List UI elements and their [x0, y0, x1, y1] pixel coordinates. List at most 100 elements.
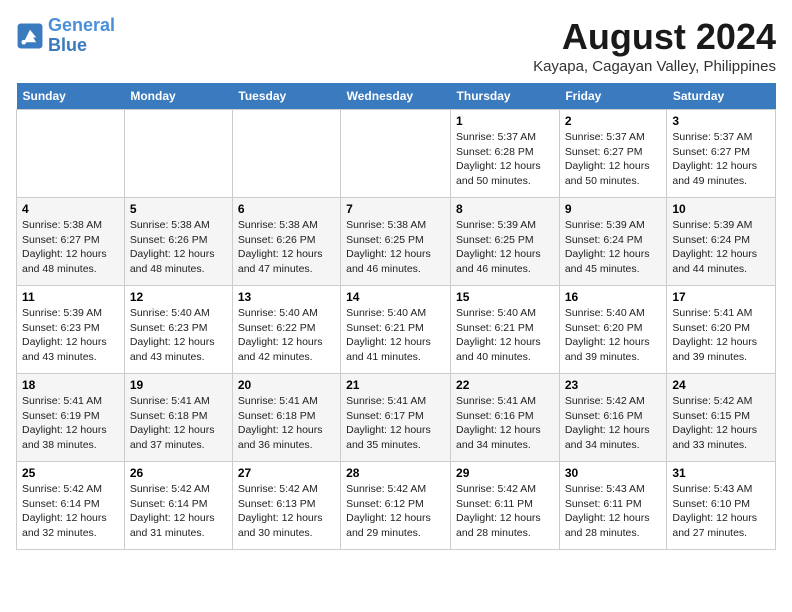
day-info: Sunrise: 5:41 AM Sunset: 6:18 PM Dayligh…	[238, 394, 335, 453]
day-cell: 17 Sunrise: 5:41 AM Sunset: 6:20 PM Dayli…	[667, 286, 776, 374]
month-year: August 2024	[533, 16, 776, 58]
day-info: Sunrise: 5:42 AM Sunset: 6:12 PM Dayligh…	[346, 482, 445, 541]
day-number: 24	[672, 378, 770, 392]
day-number: 27	[238, 466, 335, 480]
day-cell: 2 Sunrise: 5:37 AM Sunset: 6:27 PM Daylig…	[559, 110, 667, 198]
day-number: 18	[22, 378, 119, 392]
day-info: Sunrise: 5:43 AM Sunset: 6:11 PM Dayligh…	[565, 482, 662, 541]
day-cell: 18 Sunrise: 5:41 AM Sunset: 6:19 PM Dayli…	[17, 374, 125, 462]
day-info: Sunrise: 5:37 AM Sunset: 6:28 PM Dayligh…	[456, 130, 554, 189]
day-cell: 3 Sunrise: 5:37 AM Sunset: 6:27 PM Daylig…	[667, 110, 776, 198]
day-cell	[17, 110, 125, 198]
day-header-sunday: Sunday	[17, 83, 125, 110]
day-cell: 5Sunrise: 5:38 AM Sunset: 6:26 PM Daylig…	[124, 198, 232, 286]
day-cell: 26Sunrise: 5:42 AM Sunset: 6:14 PM Dayli…	[124, 462, 232, 550]
day-cell: 28 Sunrise: 5:42 AM Sunset: 6:12 PM Dayli…	[341, 462, 451, 550]
day-cell: 29 Sunrise: 5:42 AM Sunset: 6:11 PM Dayli…	[451, 462, 560, 550]
day-header-monday: Monday	[124, 83, 232, 110]
day-cell: 21 Sunrise: 5:41 AM Sunset: 6:17 PM Dayli…	[341, 374, 451, 462]
day-info: Sunrise: 5:42 AM Sunset: 6:11 PM Dayligh…	[456, 482, 554, 541]
day-number: 10	[672, 202, 770, 216]
day-cell: 9 Sunrise: 5:39 AM Sunset: 6:24 PM Daylig…	[559, 198, 667, 286]
logo-text: General Blue	[48, 16, 115, 56]
day-cell: 12Sunrise: 5:40 AM Sunset: 6:23 PM Dayli…	[124, 286, 232, 374]
day-info: Sunrise: 5:40 AM Sunset: 6:21 PM Dayligh…	[456, 306, 554, 365]
day-header-saturday: Saturday	[667, 83, 776, 110]
day-info: Sunrise: 5:37 AM Sunset: 6:27 PM Dayligh…	[565, 130, 662, 189]
day-number: 4	[22, 202, 119, 216]
day-number: 28	[346, 466, 445, 480]
day-cell: 19 Sunrise: 5:41 AM Sunset: 6:18 PM Dayli…	[124, 374, 232, 462]
day-header-wednesday: Wednesday	[341, 83, 451, 110]
day-cell: 20 Sunrise: 5:41 AM Sunset: 6:18 PM Dayli…	[232, 374, 340, 462]
day-info: Sunrise: 5:39 AM Sunset: 6:23 PM Dayligh…	[22, 306, 119, 365]
day-cell: 1Sunrise: 5:37 AM Sunset: 6:28 PM Daylig…	[451, 110, 560, 198]
day-info: Sunrise: 5:38 AM Sunset: 6:27 PM Dayligh…	[22, 218, 119, 277]
day-number: 16	[565, 290, 662, 304]
day-cell: 7 Sunrise: 5:38 AM Sunset: 6:25 PM Daylig…	[341, 198, 451, 286]
day-header-tuesday: Tuesday	[232, 83, 340, 110]
day-info: Sunrise: 5:39 AM Sunset: 6:25 PM Dayligh…	[456, 218, 554, 277]
day-number: 7	[346, 202, 445, 216]
day-number: 25	[22, 466, 119, 480]
logo-line2: Blue	[48, 35, 87, 55]
location: Kayapa, Cagayan Valley, Philippines	[533, 58, 776, 75]
day-cell: 8 Sunrise: 5:39 AM Sunset: 6:25 PM Daylig…	[451, 198, 560, 286]
day-info: Sunrise: 5:41 AM Sunset: 6:17 PM Dayligh…	[346, 394, 445, 453]
day-number: 9	[565, 202, 662, 216]
day-cell: 30 Sunrise: 5:43 AM Sunset: 6:11 PM Dayli…	[559, 462, 667, 550]
day-info: Sunrise: 5:42 AM Sunset: 6:15 PM Dayligh…	[672, 394, 770, 453]
week-row-3: 11 Sunrise: 5:39 AM Sunset: 6:23 PM Dayli…	[17, 286, 776, 374]
day-cell: 25 Sunrise: 5:42 AM Sunset: 6:14 PM Dayli…	[17, 462, 125, 550]
days-header-row: SundayMondayTuesdayWednesdayThursdayFrid…	[17, 83, 776, 110]
day-info: Sunrise: 5:39 AM Sunset: 6:24 PM Dayligh…	[565, 218, 662, 277]
day-cell	[341, 110, 451, 198]
day-number: 23	[565, 378, 662, 392]
day-cell: 4 Sunrise: 5:38 AM Sunset: 6:27 PM Daylig…	[17, 198, 125, 286]
day-number: 2	[565, 114, 662, 128]
day-number: 13	[238, 290, 335, 304]
day-number: 19	[130, 378, 227, 392]
day-info: Sunrise: 5:42 AM Sunset: 6:14 PM Dayligh…	[22, 482, 119, 541]
day-number: 11	[22, 290, 119, 304]
day-number: 22	[456, 378, 554, 392]
day-info: Sunrise: 5:38 AM Sunset: 6:25 PM Dayligh…	[346, 218, 445, 277]
week-row-2: 4 Sunrise: 5:38 AM Sunset: 6:27 PM Daylig…	[17, 198, 776, 286]
day-info: Sunrise: 5:43 AM Sunset: 6:10 PM Dayligh…	[672, 482, 770, 541]
day-cell: 15 Sunrise: 5:40 AM Sunset: 6:21 PM Dayli…	[451, 286, 560, 374]
day-number: 15	[456, 290, 554, 304]
logo-line1: General	[48, 15, 115, 35]
day-number: 3	[672, 114, 770, 128]
day-info: Sunrise: 5:42 AM Sunset: 6:13 PM Dayligh…	[238, 482, 335, 541]
day-info: Sunrise: 5:41 AM Sunset: 6:18 PM Dayligh…	[130, 394, 227, 453]
day-info: Sunrise: 5:41 AM Sunset: 6:20 PM Dayligh…	[672, 306, 770, 365]
day-info: Sunrise: 5:38 AM Sunset: 6:26 PM Dayligh…	[130, 218, 227, 277]
day-info: Sunrise: 5:37 AM Sunset: 6:27 PM Dayligh…	[672, 130, 770, 189]
day-info: Sunrise: 5:39 AM Sunset: 6:24 PM Dayligh…	[672, 218, 770, 277]
day-number: 29	[456, 466, 554, 480]
day-number: 17	[672, 290, 770, 304]
day-number: 30	[565, 466, 662, 480]
day-cell	[232, 110, 340, 198]
calendar-table: SundayMondayTuesdayWednesdayThursdayFrid…	[16, 83, 776, 550]
day-info: Sunrise: 5:40 AM Sunset: 6:21 PM Dayligh…	[346, 306, 445, 365]
day-cell: 27 Sunrise: 5:42 AM Sunset: 6:13 PM Dayli…	[232, 462, 340, 550]
week-row-4: 18 Sunrise: 5:41 AM Sunset: 6:19 PM Dayli…	[17, 374, 776, 462]
title-area: August 2024 Kayapa, Cagayan Valley, Phil…	[533, 16, 776, 75]
day-cell: 13Sunrise: 5:40 AM Sunset: 6:22 PM Dayli…	[232, 286, 340, 374]
day-number: 21	[346, 378, 445, 392]
day-info: Sunrise: 5:42 AM Sunset: 6:16 PM Dayligh…	[565, 394, 662, 453]
day-cell: 6Sunrise: 5:38 AM Sunset: 6:26 PM Daylig…	[232, 198, 340, 286]
day-cell: 11 Sunrise: 5:39 AM Sunset: 6:23 PM Dayli…	[17, 286, 125, 374]
day-number: 20	[238, 378, 335, 392]
logo: General Blue	[16, 16, 115, 56]
week-row-1: 1Sunrise: 5:37 AM Sunset: 6:28 PM Daylig…	[17, 110, 776, 198]
day-cell	[124, 110, 232, 198]
day-number: 8	[456, 202, 554, 216]
day-info: Sunrise: 5:41 AM Sunset: 6:16 PM Dayligh…	[456, 394, 554, 453]
day-cell: 16Sunrise: 5:40 AM Sunset: 6:20 PM Dayli…	[559, 286, 667, 374]
day-number: 14	[346, 290, 445, 304]
day-info: Sunrise: 5:41 AM Sunset: 6:19 PM Dayligh…	[22, 394, 119, 453]
day-cell: 14 Sunrise: 5:40 AM Sunset: 6:21 PM Dayli…	[341, 286, 451, 374]
logo-icon	[16, 22, 44, 50]
